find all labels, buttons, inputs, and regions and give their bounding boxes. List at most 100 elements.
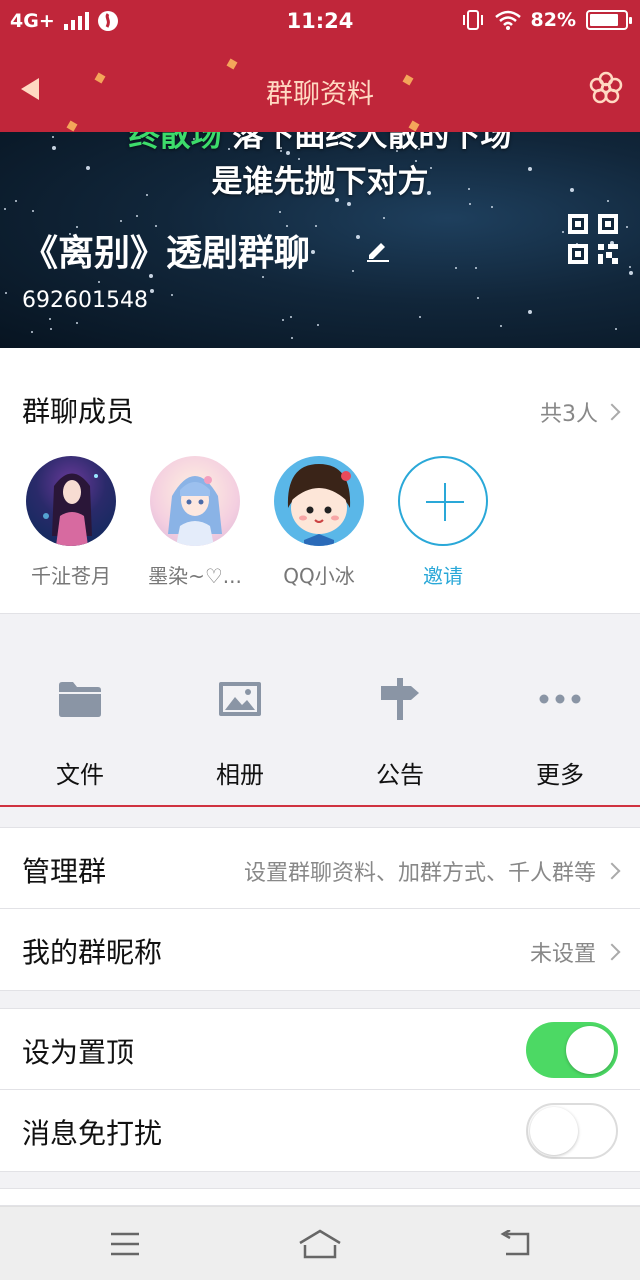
star-decoration <box>528 310 532 314</box>
members-count-link[interactable]: 共3人 <box>540 396 621 428</box>
pin-top-row: 设为置顶 <box>0 1008 640 1090</box>
lyric-highlight: 终散场 <box>128 132 222 154</box>
star-decoration <box>98 281 100 283</box>
do-not-disturb-toggle[interactable] <box>526 1103 618 1159</box>
album-button[interactable]: 相册 <box>160 675 320 790</box>
star-decoration <box>282 319 284 321</box>
lyric-rest: 落下曲终人散的下场 <box>221 132 512 154</box>
star-decoration <box>615 328 617 330</box>
qr-code-icon[interactable] <box>568 214 618 264</box>
star-decoration <box>383 217 385 219</box>
star-decoration <box>419 316 421 318</box>
row-label: 管理群 <box>22 855 107 888</box>
members-count: 共3人 <box>540 402 598 427</box>
vibrate-icon <box>462 10 483 30</box>
star-decoration <box>315 225 317 227</box>
star-decoration <box>347 202 351 206</box>
confetti-decoration <box>408 120 420 132</box>
battery-percent: 82% <box>530 9 576 31</box>
group-settings-button[interactable] <box>588 70 624 106</box>
star-decoration <box>76 322 78 324</box>
members-title: 群聊成员 <box>22 395 135 428</box>
member-item[interactable]: 千沚苍月 <box>16 456 126 589</box>
signpost-icon <box>381 678 419 720</box>
star-decoration <box>262 276 264 278</box>
star-decoration <box>629 271 633 275</box>
avatar <box>150 456 240 546</box>
star-decoration <box>171 294 173 296</box>
action-label: 文件 <box>56 761 104 789</box>
members-section: 群聊成员 共3人 千沚苍月 墨染~♡... QQ小冰 邀请 <box>0 348 640 614</box>
do-not-disturb-row: 消息免打扰 <box>0 1090 640 1172</box>
row-label: 设为置顶 <box>22 1036 135 1069</box>
files-button[interactable]: 文件 <box>0 675 160 790</box>
star-decoration <box>49 318 51 320</box>
star-decoration <box>352 270 354 272</box>
home-icon <box>299 1229 341 1259</box>
chevron-right-icon <box>603 403 621 421</box>
star-decoration <box>311 250 315 254</box>
star-decoration <box>475 267 477 269</box>
title-bar: 群聊资料 <box>0 44 640 132</box>
pin-top-toggle[interactable] <box>526 1022 618 1078</box>
more-icon <box>539 694 581 704</box>
avatar <box>274 456 364 546</box>
chevron-right-icon <box>603 943 621 961</box>
plus-icon <box>398 456 488 546</box>
manage-group-row[interactable]: 管理群 设置群聊资料、加群方式、千人群等 <box>0 827 640 909</box>
toggle-knob <box>530 1107 578 1155</box>
action-label: 相册 <box>216 761 264 789</box>
avatar <box>26 456 116 546</box>
star-decoration <box>32 210 34 212</box>
edit-name-icon[interactable] <box>365 236 391 262</box>
row-label: 我的群昵称 <box>22 936 163 969</box>
member-item[interactable]: QQ小冰 <box>264 456 374 589</box>
member-name: 千沚苍月 <box>31 564 111 588</box>
image-icon <box>219 682 261 716</box>
action-label: 公告 <box>376 761 424 789</box>
star-decoration <box>629 266 631 268</box>
home-button[interactable] <box>298 1227 342 1261</box>
next-row-partial <box>0 1188 640 1206</box>
group-cover: 终散场 落下曲终人散的下场 是谁先抛下对方 《离别》透剧群聊 692601548 <box>0 132 640 348</box>
star-decoration <box>120 220 122 222</box>
system-nav-bar <box>0 1206 640 1280</box>
star-decoration <box>356 235 360 239</box>
chevron-right-icon <box>603 862 621 880</box>
star-decoration <box>5 292 7 294</box>
star-decoration <box>150 289 154 293</box>
status-right: 82% <box>461 9 632 31</box>
confetti-decoration <box>226 58 238 70</box>
flower-settings-icon <box>589 71 623 104</box>
invite-label: 邀请 <box>423 564 463 588</box>
my-nickname-row[interactable]: 我的群昵称 未设置 <box>0 909 640 991</box>
member-name: QQ小冰 <box>283 564 355 588</box>
back-nav-button[interactable] <box>493 1227 537 1261</box>
menu-icon <box>111 1232 139 1256</box>
page-title: 群聊资料 <box>266 79 374 110</box>
row-label: 消息免打扰 <box>22 1117 163 1150</box>
star-decoration <box>279 211 281 213</box>
announcement-button[interactable]: 公告 <box>320 675 480 790</box>
star-decoration <box>455 267 457 269</box>
group-id: 692601548 <box>22 288 148 313</box>
star-decoration <box>291 337 293 339</box>
member-name: 墨染~♡... <box>148 564 242 588</box>
wifi-icon <box>494 10 521 30</box>
battery-icon <box>586 10 632 30</box>
star-decoration <box>626 226 628 228</box>
more-button[interactable]: 更多 <box>480 675 640 790</box>
member-item[interactable]: 墨染~♡... <box>140 456 250 589</box>
menu-button[interactable] <box>103 1227 147 1261</box>
group-name: 《离别》透剧群聊 <box>22 233 311 274</box>
star-decoration <box>491 206 493 208</box>
quick-actions: 文件 相册 公告 更多 <box>0 615 640 807</box>
action-label: 更多 <box>536 761 584 789</box>
status-bar: 4G+ 11:24 82% <box>0 0 640 44</box>
lyric-line-1: 终散场 落下曲终人散的下场 <box>0 132 640 155</box>
row-value: 未设置 <box>529 942 596 967</box>
star-decoration <box>469 203 471 205</box>
row-value: 设置群聊资料、加群方式、千人群等 <box>243 861 596 886</box>
invite-button[interactable]: 邀请 <box>388 456 498 589</box>
star-decoration <box>562 231 564 233</box>
